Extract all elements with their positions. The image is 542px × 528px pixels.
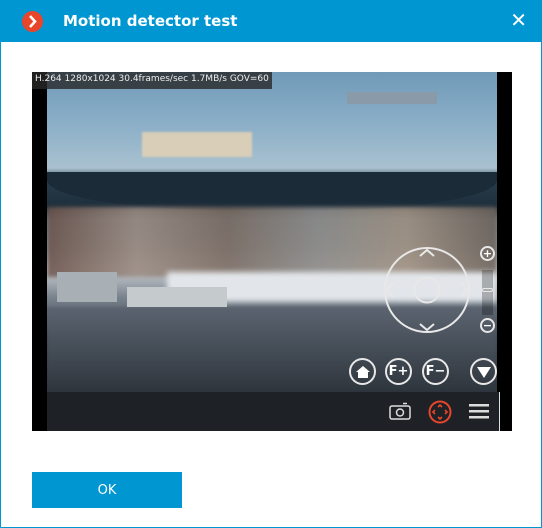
home-icon xyxy=(355,365,370,378)
video-toolbar xyxy=(47,392,500,431)
focus-minus-button[interactable]: F− xyxy=(422,358,449,385)
home-button[interactable] xyxy=(349,358,376,385)
menu-icon[interactable] xyxy=(469,403,489,419)
focus-plus-button[interactable]: F+ xyxy=(385,358,412,385)
ok-button[interactable]: OK xyxy=(32,472,182,508)
ptz-joystick[interactable] xyxy=(383,246,471,334)
zoom-in-button[interactable]: + xyxy=(480,246,495,261)
triangle-down-icon xyxy=(476,366,491,378)
camera-icon[interactable] xyxy=(389,402,411,420)
camera-image xyxy=(47,72,497,392)
dropdown-button[interactable] xyxy=(470,358,497,385)
video-view[interactable]: H.264 1280x1024 30.4frames/sec 1.7MB/s G… xyxy=(32,72,512,431)
ptz-icon[interactable] xyxy=(428,400,452,424)
close-icon[interactable]: ✕ xyxy=(510,10,527,30)
window-title: Motion detector test xyxy=(63,12,238,30)
zoom-out-button[interactable]: − xyxy=(480,318,495,333)
zoom-slider[interactable] xyxy=(482,270,493,315)
title-bar: Motion detector test ✕ xyxy=(1,1,542,42)
stream-info: H.264 1280x1024 30.4frames/sec 1.7MB/s G… xyxy=(32,72,272,89)
app-logo-icon xyxy=(22,11,43,32)
